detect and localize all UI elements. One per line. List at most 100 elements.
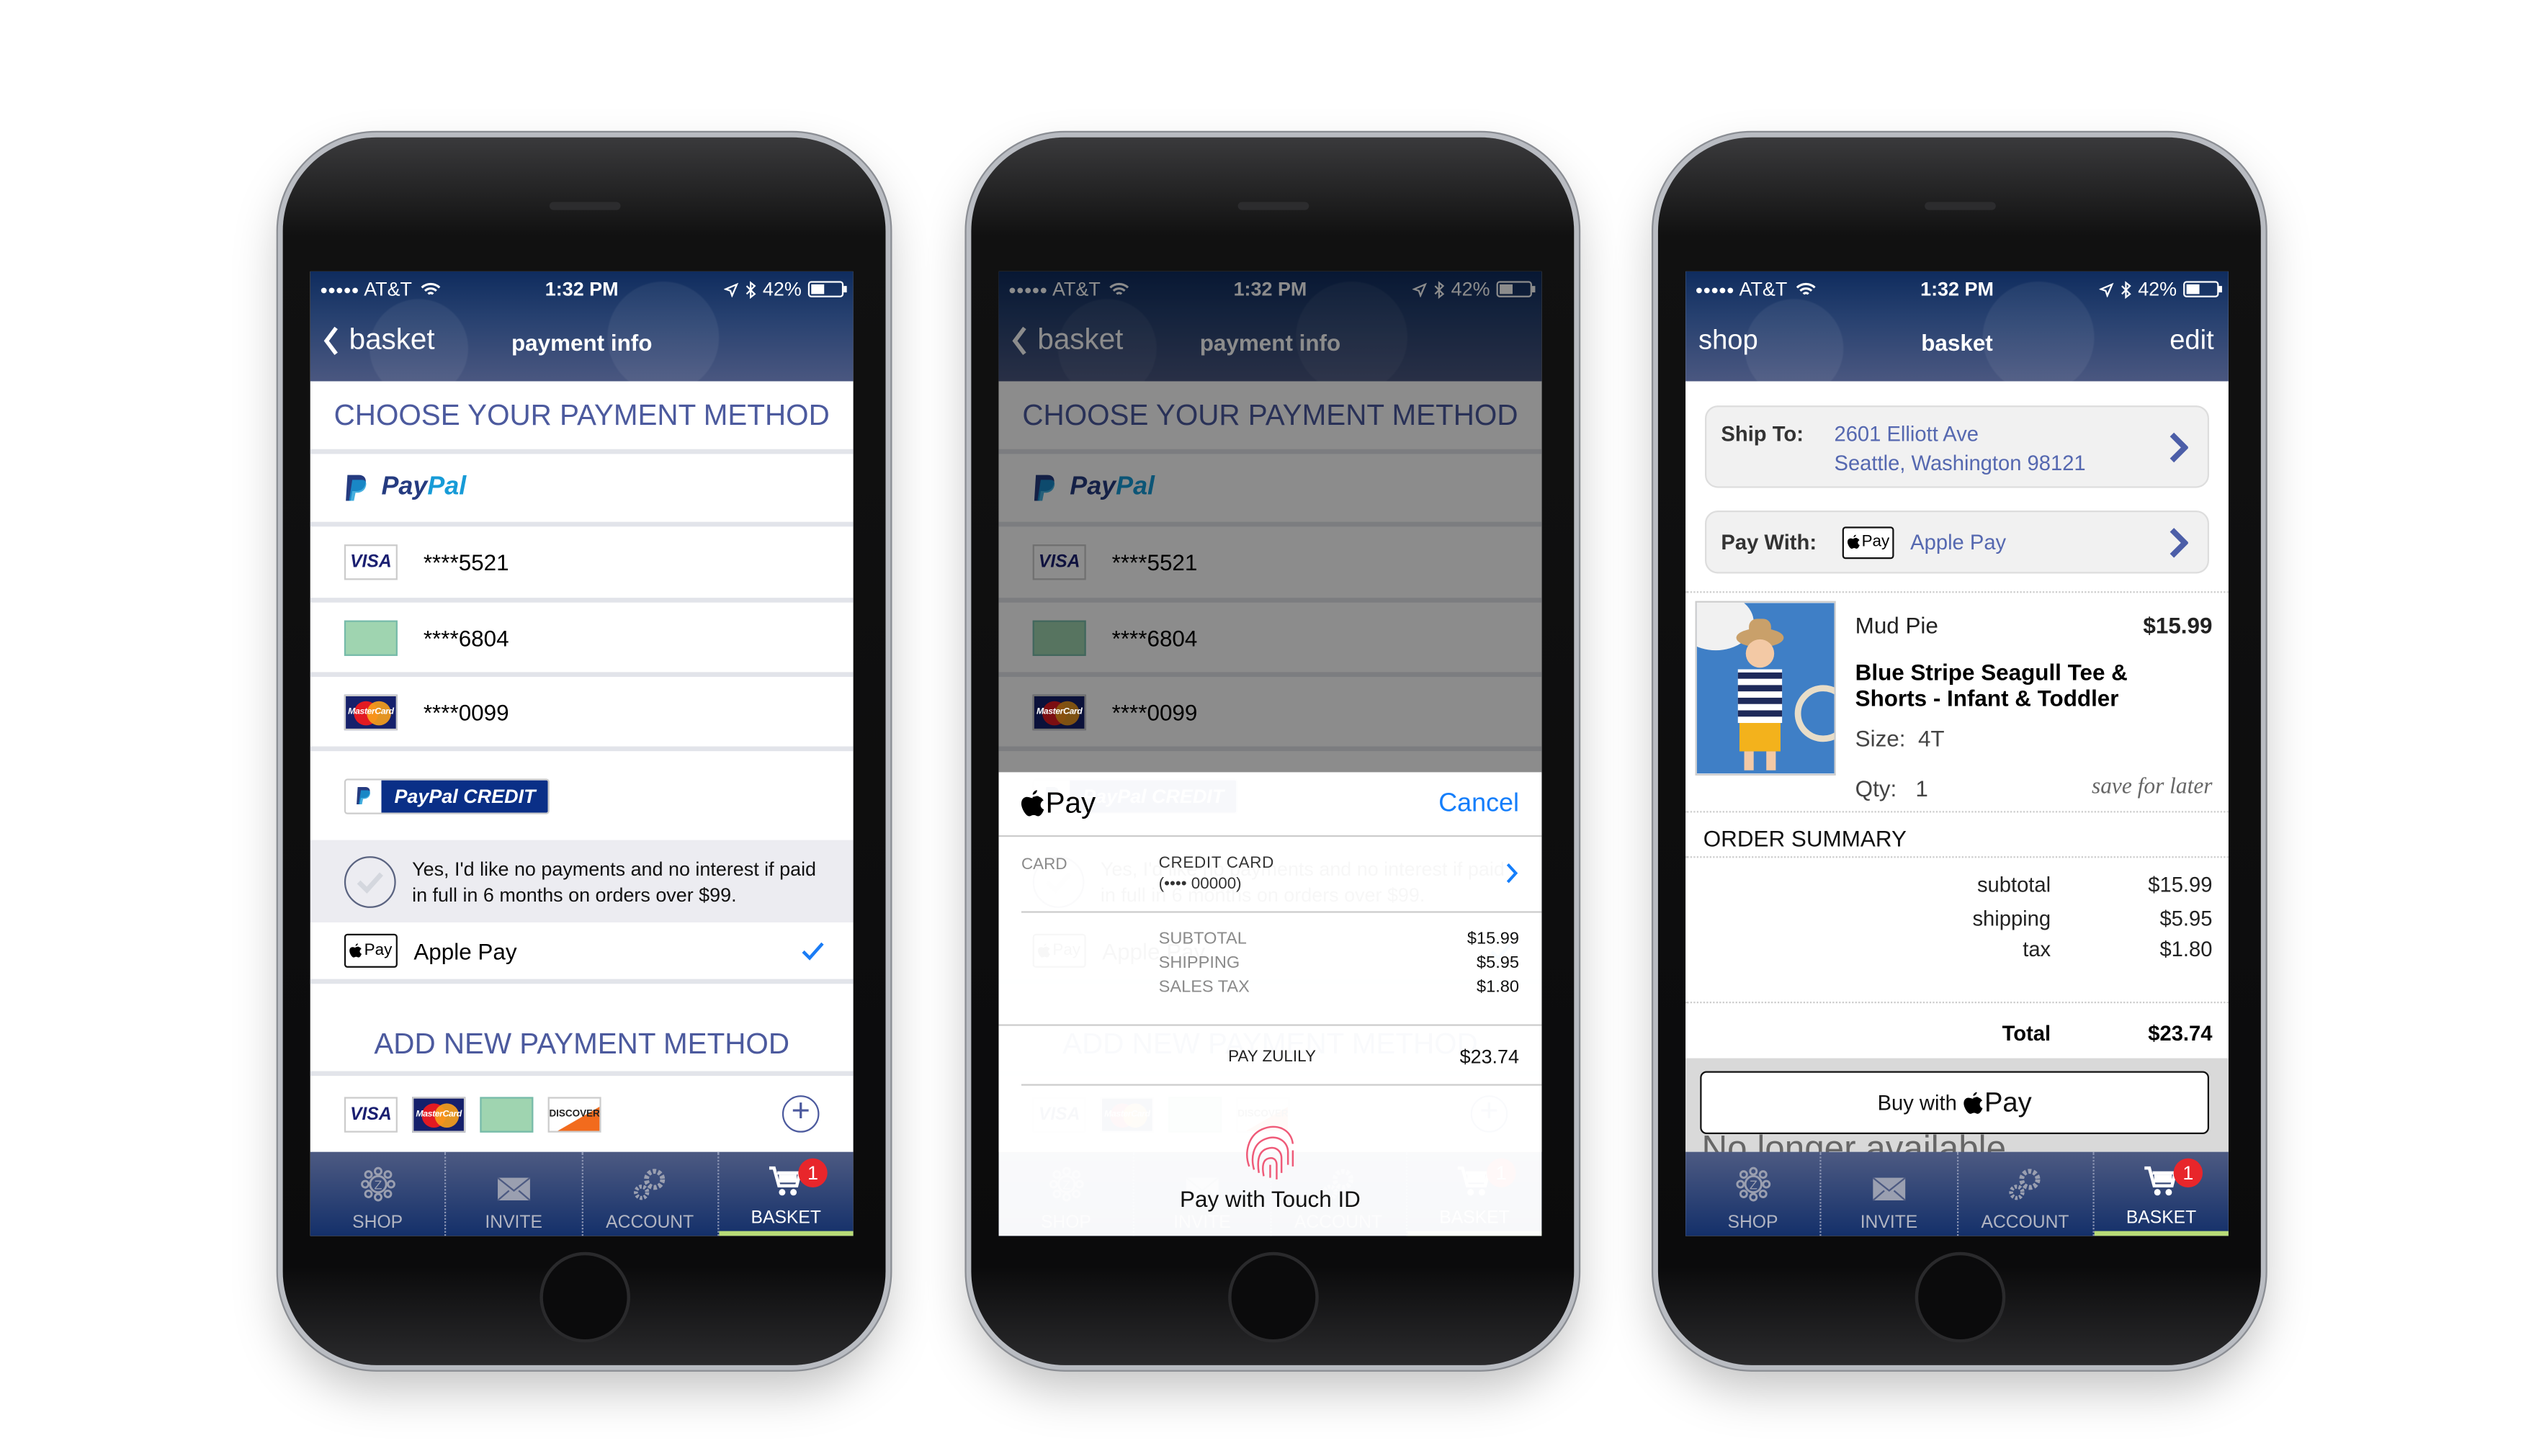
discover-card-icon: DISCOVER bbox=[547, 1096, 601, 1132]
signal-dots-icon: ●●●●● bbox=[320, 282, 359, 297]
add-new-payment-row[interactable]: VISA MasterCard DISCOVER + bbox=[310, 1076, 854, 1152]
pay-with-label: Pay With: bbox=[1721, 529, 1817, 554]
offer-checkbox[interactable] bbox=[344, 855, 396, 907]
phone-basket: ●●●●● AT&T 1:32 PM 42% shop basket edit … bbox=[1657, 137, 2261, 1365]
mastercard-logo-text: MasterCard bbox=[416, 1109, 462, 1119]
product-image[interactable] bbox=[1695, 601, 1836, 776]
envelope-icon bbox=[1871, 1176, 1907, 1213]
add-new-title: ADD NEW PAYMENT METHOD bbox=[310, 984, 854, 1077]
battery-percent: 42% bbox=[2138, 277, 2177, 301]
summary-value: $5.95 bbox=[2159, 906, 2213, 931]
method-card-visa[interactable]: VISA ****5521 bbox=[310, 526, 854, 603]
selected-check-icon bbox=[802, 941, 824, 960]
tab-account[interactable]: ACCOUNT bbox=[583, 1151, 719, 1236]
location-arrow-icon bbox=[2099, 282, 2114, 297]
visa-card-icon: VISA bbox=[344, 1096, 398, 1132]
apple-icon bbox=[350, 943, 362, 958]
item-qty[interactable]: Qty: 1 bbox=[1855, 776, 1928, 801]
chevron-right-icon bbox=[1506, 863, 1518, 884]
apple-pay-label: Apple Pay bbox=[413, 938, 517, 964]
divider bbox=[1685, 856, 2229, 858]
method-paypal-credit[interactable]: PayPal CREDIT bbox=[310, 751, 854, 840]
address-line2: Seattle, Washington 98121 bbox=[1834, 450, 2086, 475]
pay-total: $23.74 bbox=[1459, 1045, 1519, 1069]
paypal-credit-logo: PayPal CREDIT bbox=[344, 778, 550, 814]
home-button[interactable] bbox=[1227, 1251, 1318, 1343]
method-card-mastercard[interactable]: MasterCard ****0099 bbox=[310, 677, 854, 752]
paypal-credit-offer[interactable]: Yes, I'd like no payments and no interes… bbox=[310, 840, 854, 923]
basket-count-badge: 1 bbox=[2173, 1158, 2203, 1188]
paypal-logo-icon bbox=[346, 475, 367, 501]
add-payment-button[interactable]: + bbox=[782, 1095, 820, 1133]
summary-line: SHIPPING $5.95 bbox=[1158, 953, 1519, 973]
method-card-amex[interactable]: ****6804 bbox=[310, 602, 854, 678]
offer-text: Yes, I'd like no payments and no interes… bbox=[412, 857, 817, 906]
status-bar: ●●●●● AT&T 1:32 PM 42% bbox=[1685, 271, 2229, 307]
page-title: basket bbox=[1921, 329, 1993, 356]
pay-with-row[interactable]: Pay With: Pay Apple Pay bbox=[1704, 510, 2210, 574]
save-for-later-link[interactable]: save for later bbox=[2092, 776, 2212, 801]
summary-value: $15.99 bbox=[2148, 872, 2213, 897]
nav-bar: basket payment info bbox=[310, 307, 854, 381]
speaker bbox=[1237, 202, 1309, 210]
divider bbox=[1021, 1084, 1542, 1086]
phone-apple-pay-sheet: ●●●●● AT&T 1:32 PM 42% basket payment in… bbox=[971, 137, 1575, 1365]
buy-with-apple-pay-button[interactable]: Buy with Pay bbox=[1700, 1071, 2210, 1135]
mastercard-card-icon: MasterCard bbox=[412, 1096, 466, 1132]
method-paypal[interactable]: PayPal bbox=[310, 454, 854, 527]
touch-id-fingerprint-icon[interactable] bbox=[1240, 1121, 1301, 1182]
tab-basket[interactable]: BASKET 1 bbox=[2094, 1152, 2229, 1236]
chevron-right-icon bbox=[2170, 431, 2188, 462]
card-number: (•••• 00000) bbox=[1158, 876, 1242, 894]
tab-account[interactable]: ACCOUNT bbox=[1958, 1151, 2095, 1236]
signal-dots-icon: ●●●●● bbox=[1695, 282, 1734, 297]
summary-label: tax bbox=[2023, 937, 2051, 961]
tab-bar: Z SHOP INVITE ACCOUNT BASKET 1 bbox=[310, 1151, 854, 1236]
tab-shop[interactable]: Z SHOP bbox=[1685, 1151, 1822, 1236]
payment-methods: CHOOSE YOUR PAYMENT METHOD PayPal VISA *… bbox=[310, 381, 854, 1152]
cancel-button[interactable]: Cancel bbox=[1438, 789, 1519, 818]
summary-label: shipping bbox=[1972, 906, 2051, 931]
choose-title: CHOOSE YOUR PAYMENT METHOD bbox=[310, 381, 854, 454]
tab-label: ACCOUNT bbox=[606, 1213, 694, 1233]
tab-invite[interactable]: INVITE bbox=[447, 1151, 583, 1236]
location-arrow-icon bbox=[724, 282, 739, 297]
tab-label: SHOP bbox=[352, 1213, 403, 1233]
shop-flower-icon: Z bbox=[1735, 1167, 1770, 1213]
summary-line: SALES TAX $1.80 bbox=[1158, 977, 1519, 997]
order-summary-title: ORDER SUMMARY bbox=[1703, 825, 1907, 852]
status-bar: ●●●●● AT&T 1:32 PM 42% bbox=[310, 271, 854, 307]
carrier: AT&T bbox=[1739, 277, 1788, 301]
mastercard-logo-text: MasterCard bbox=[1036, 706, 1083, 717]
home-button[interactable] bbox=[539, 1251, 630, 1343]
home-button[interactable] bbox=[1914, 1251, 2005, 1343]
apple-icon bbox=[1963, 1091, 1983, 1113]
tab-invite[interactable]: INVITE bbox=[1822, 1151, 1958, 1236]
total-label: Total bbox=[2002, 1020, 2051, 1046]
apple-pay-brand: Pay bbox=[1045, 786, 1096, 819]
method-apple-pay[interactable]: Pay Apple Pay bbox=[310, 922, 854, 984]
summary-line: SUBTOTAL $15.99 bbox=[1158, 929, 1519, 948]
card-label: CARD bbox=[1021, 856, 1067, 874]
top-bar: ●●●●● AT&T 1:32 PM 42% shop basket edit bbox=[1685, 271, 2229, 382]
summary-value: $1.80 bbox=[2159, 937, 2213, 961]
tab-basket[interactable]: BASKET 1 bbox=[718, 1152, 854, 1236]
clock: 1:32 PM bbox=[545, 277, 619, 301]
screen: ●●●●● AT&T 1:32 PM 42% shop basket edit … bbox=[1685, 271, 2229, 1236]
tab-label: ACCOUNT bbox=[1981, 1213, 2069, 1233]
screen: ●●●●● AT&T 1:32 PM 42% basket payment in… bbox=[310, 271, 854, 1236]
paypal-label: PayPal bbox=[381, 473, 467, 501]
edit-button[interactable]: edit bbox=[2170, 325, 2214, 357]
tab-shop[interactable]: Z SHOP bbox=[310, 1151, 447, 1236]
tab-label: BASKET bbox=[751, 1208, 821, 1228]
sheet-summary: SUBTOTAL $15.99 SHIPPING $5.95 SALES TAX $1… bbox=[1159, 927, 1519, 1000]
nav-bar: shop basket edit bbox=[1685, 307, 2229, 381]
ship-to-row[interactable]: Ship To: 2601 Elliott Ave Seattle, Washi… bbox=[1704, 405, 2210, 488]
item-name[interactable]: Blue Stripe Seagull Tee & Shorts - Infan… bbox=[1855, 659, 2179, 711]
battery-icon bbox=[2183, 281, 2222, 297]
item-price: $15.99 bbox=[2143, 612, 2213, 639]
tab-label: INVITE bbox=[1860, 1213, 1918, 1233]
card-row[interactable]: CARD CREDIT CARD (•••• 00000) bbox=[999, 837, 1542, 911]
card-name: CREDIT CARD bbox=[1158, 854, 1275, 873]
sheet-header: Pay Cancel bbox=[998, 772, 1542, 837]
